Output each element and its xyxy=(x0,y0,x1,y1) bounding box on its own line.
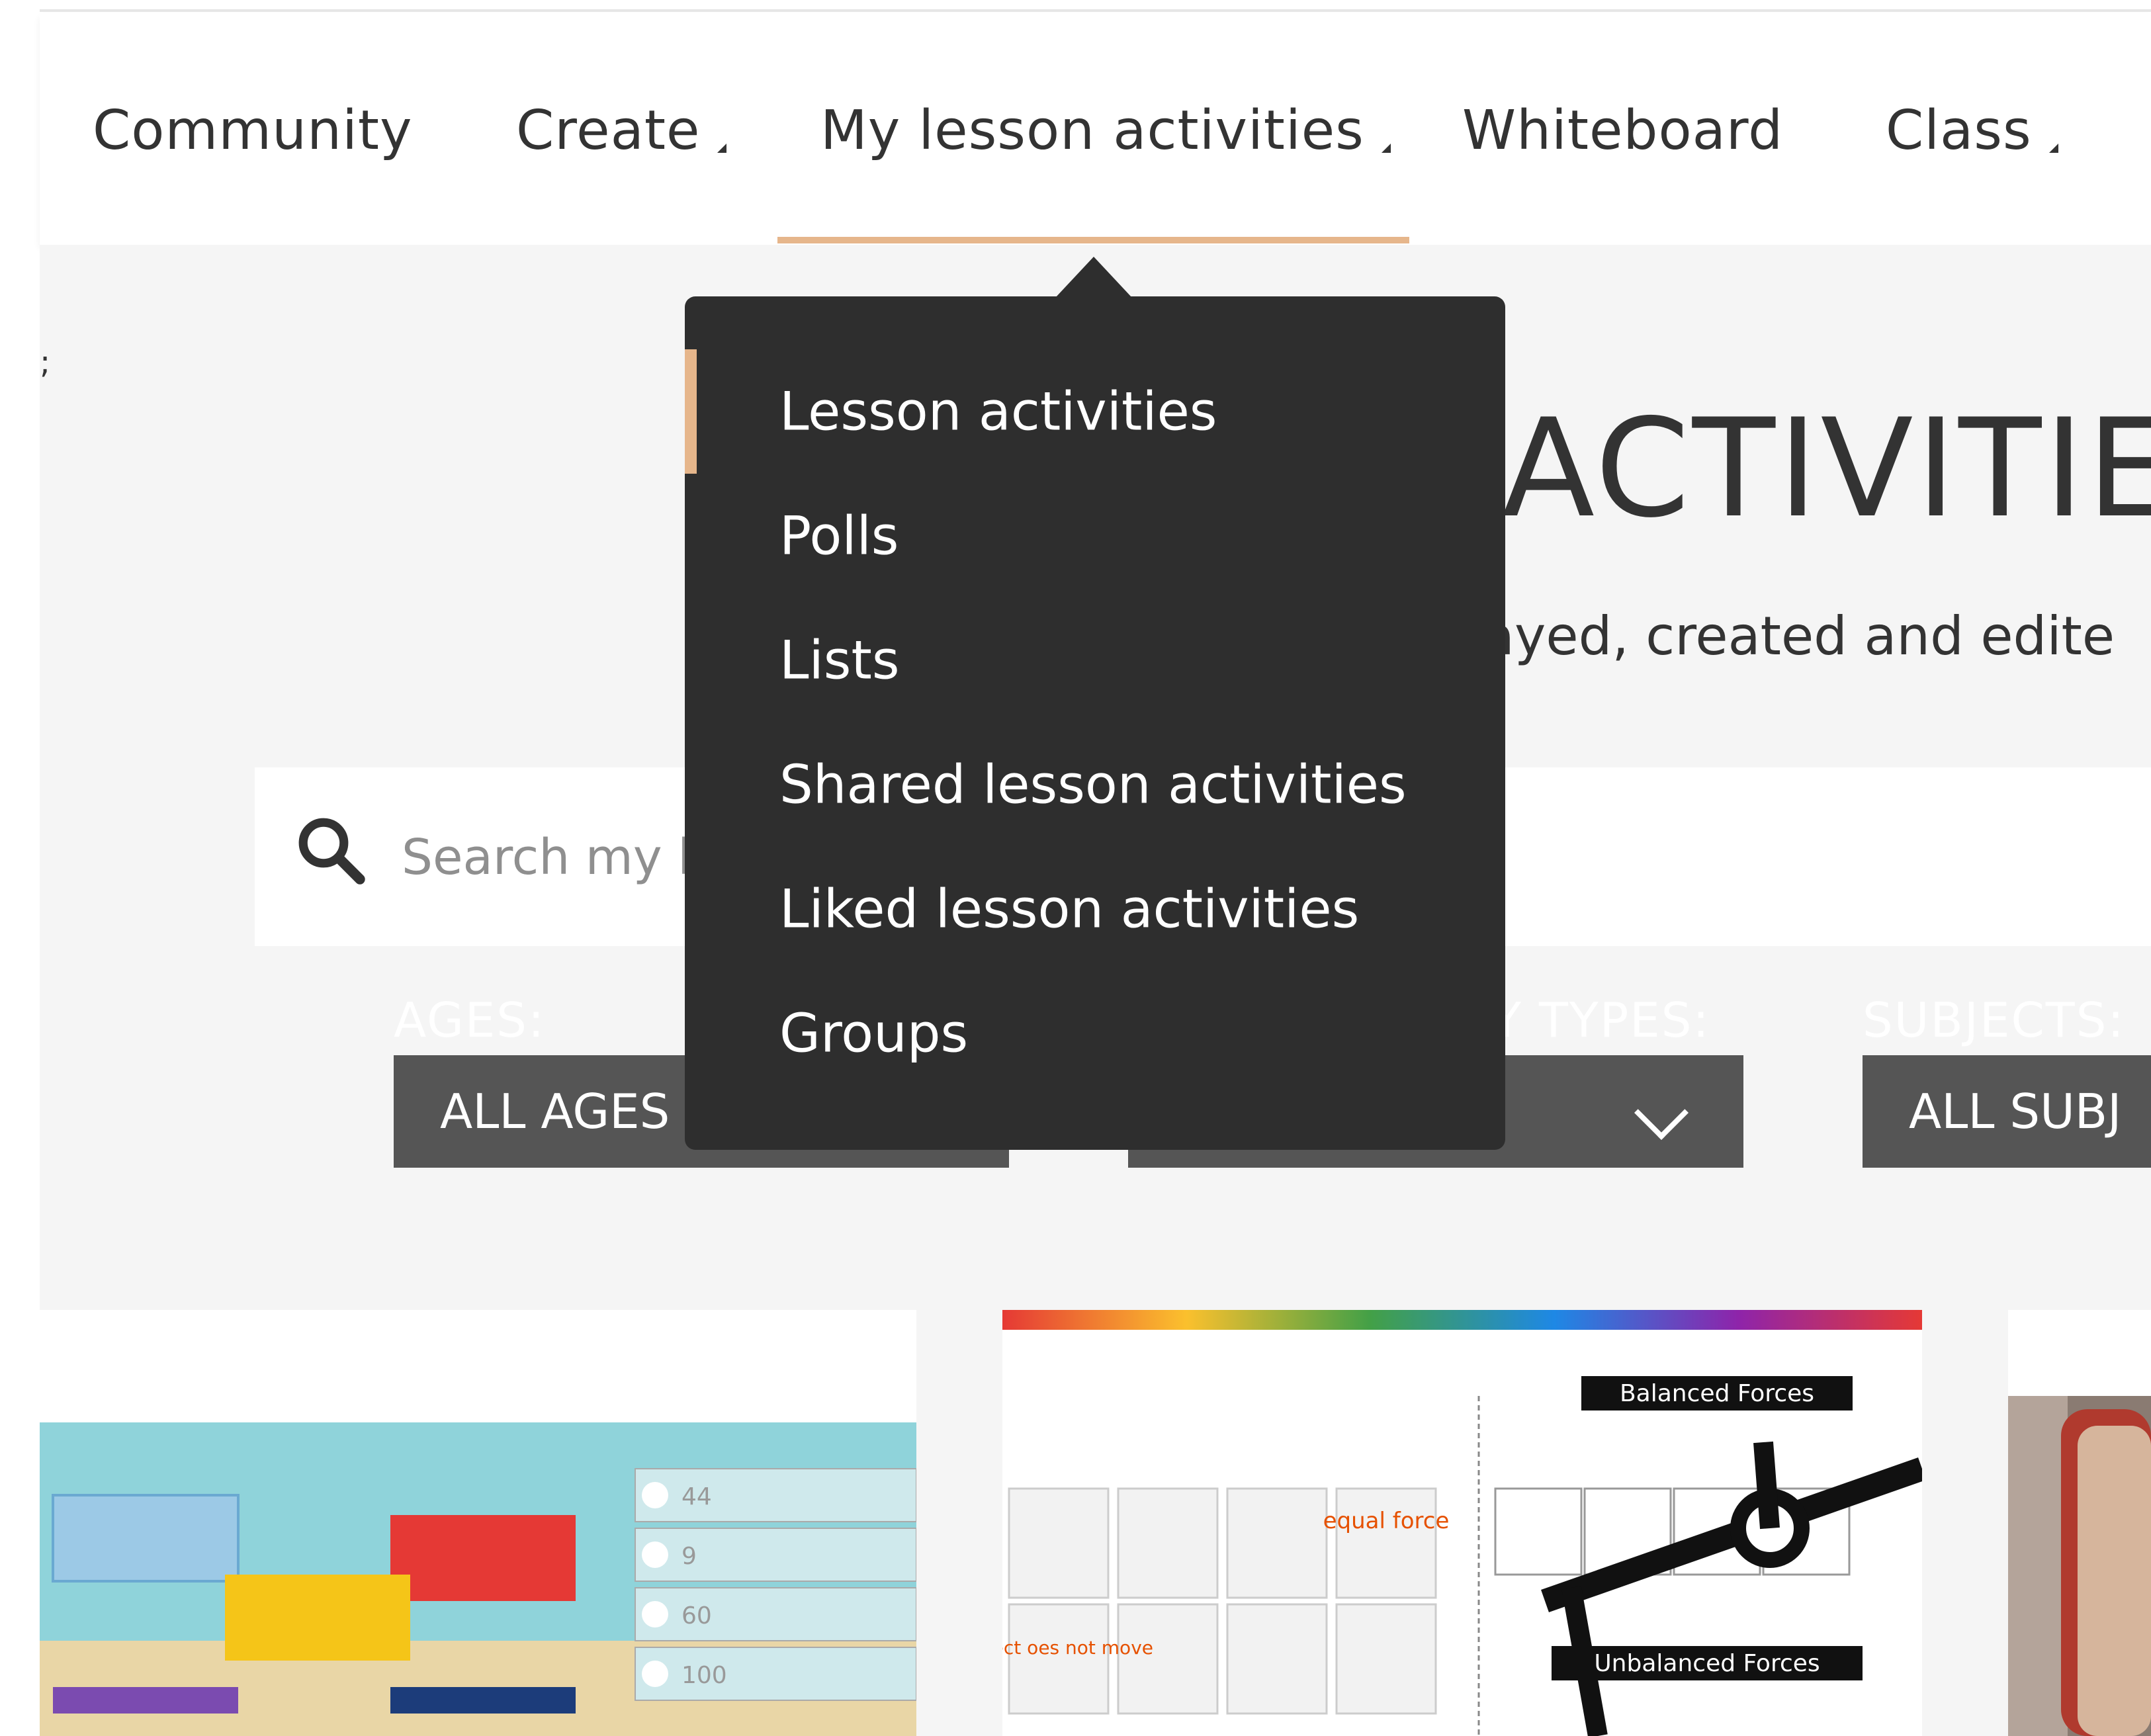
ages-select-value: ALL AGES xyxy=(440,1084,670,1139)
nav-community[interactable]: Community xyxy=(93,99,413,162)
card1-value-2: 9 xyxy=(681,1543,697,1570)
nav-my-lesson-activities[interactable]: My lesson activities xyxy=(820,99,1391,162)
my-lesson-activities-menu: Lesson activities Polls Lists Shared les… xyxy=(685,296,1505,1150)
caret-down-icon xyxy=(717,144,727,153)
menu-item-polls[interactable]: Polls xyxy=(685,474,1505,598)
activity-thumbnail-2: equal force object oes not move Balanced… xyxy=(1002,1310,1922,1736)
subjects-select[interactable]: ALL SUBJ xyxy=(1863,1055,2151,1168)
chevron-down-icon xyxy=(1634,1085,1689,1141)
edge-mark: ; xyxy=(40,344,51,381)
menu-item-liked-lesson-activities[interactable]: Liked lesson activities xyxy=(685,847,1505,971)
card2-equal-force: equal force xyxy=(1323,1508,1450,1534)
activity-card-2[interactable]: equal force object oes not move Balanced… xyxy=(1002,1310,1922,1736)
search-icon[interactable] xyxy=(294,814,367,887)
filter-types-label: Y TYPES: xyxy=(1492,992,1710,1048)
menu-item-lesson-activities[interactable]: Lesson activities xyxy=(685,349,1505,474)
card2-object-move: object oes not move xyxy=(1002,1637,1153,1659)
nav-class[interactable]: Class xyxy=(1886,99,2058,162)
top-divider xyxy=(40,9,2151,12)
nav-active-underline xyxy=(777,237,1409,243)
menu-item-label: Liked lesson activities xyxy=(779,878,1360,940)
caret-down-icon xyxy=(1381,144,1391,153)
nav-community-label: Community xyxy=(93,99,413,162)
menu-item-label: Lesson activities xyxy=(779,380,1217,443)
menu-item-label: Groups xyxy=(779,1002,969,1064)
page-title: ACTIVITIES xyxy=(1502,390,2151,548)
dropdown-arrow xyxy=(1055,257,1132,298)
caret-down-icon xyxy=(2048,144,2058,153)
card2-unbalanced-label: Unbalanced Forces xyxy=(1594,1650,1820,1677)
menu-item-label: Shared lesson activities xyxy=(779,754,1407,816)
activity-card-3[interactable] xyxy=(2008,1310,2151,1736)
filter-subjects-label: SUBJECTS: xyxy=(1863,992,2125,1048)
nav-my-lesson-activities-label: My lesson activities xyxy=(820,99,1364,162)
card1-value-3: 60 xyxy=(681,1602,712,1629)
activity-card-1[interactable]: 44 9 60 100 xyxy=(40,1310,916,1736)
menu-item-lists[interactable]: Lists xyxy=(685,598,1505,722)
nav-create-label: Create xyxy=(516,99,701,162)
nav-whiteboard[interactable]: Whiteboard xyxy=(1462,99,1783,162)
activity-thumbnail-1: 44 9 60 100 xyxy=(40,1310,916,1736)
menu-item-groups[interactable]: Groups xyxy=(685,971,1505,1096)
nav-class-label: Class xyxy=(1886,99,2032,162)
menu-item-label: Lists xyxy=(779,629,900,691)
activity-thumbnail-3 xyxy=(2008,1310,2151,1736)
menu-item-shared-lesson-activities[interactable]: Shared lesson activities xyxy=(685,722,1505,847)
nav-create[interactable]: Create xyxy=(516,99,727,162)
card2-balanced-label: Balanced Forces xyxy=(1620,1380,1814,1407)
card1-value-4: 100 xyxy=(681,1662,727,1689)
filter-ages-label: AGES: xyxy=(394,992,546,1048)
page-subtitle: ayed, created and edite xyxy=(1482,605,2115,667)
menu-item-label: Polls xyxy=(779,505,899,567)
card1-value-1: 44 xyxy=(681,1483,712,1510)
main-nav: Community Create My lesson activities Wh… xyxy=(40,13,2151,245)
nav-whiteboard-label: Whiteboard xyxy=(1462,99,1784,162)
subjects-select-value: ALL SUBJ xyxy=(1909,1084,2122,1139)
